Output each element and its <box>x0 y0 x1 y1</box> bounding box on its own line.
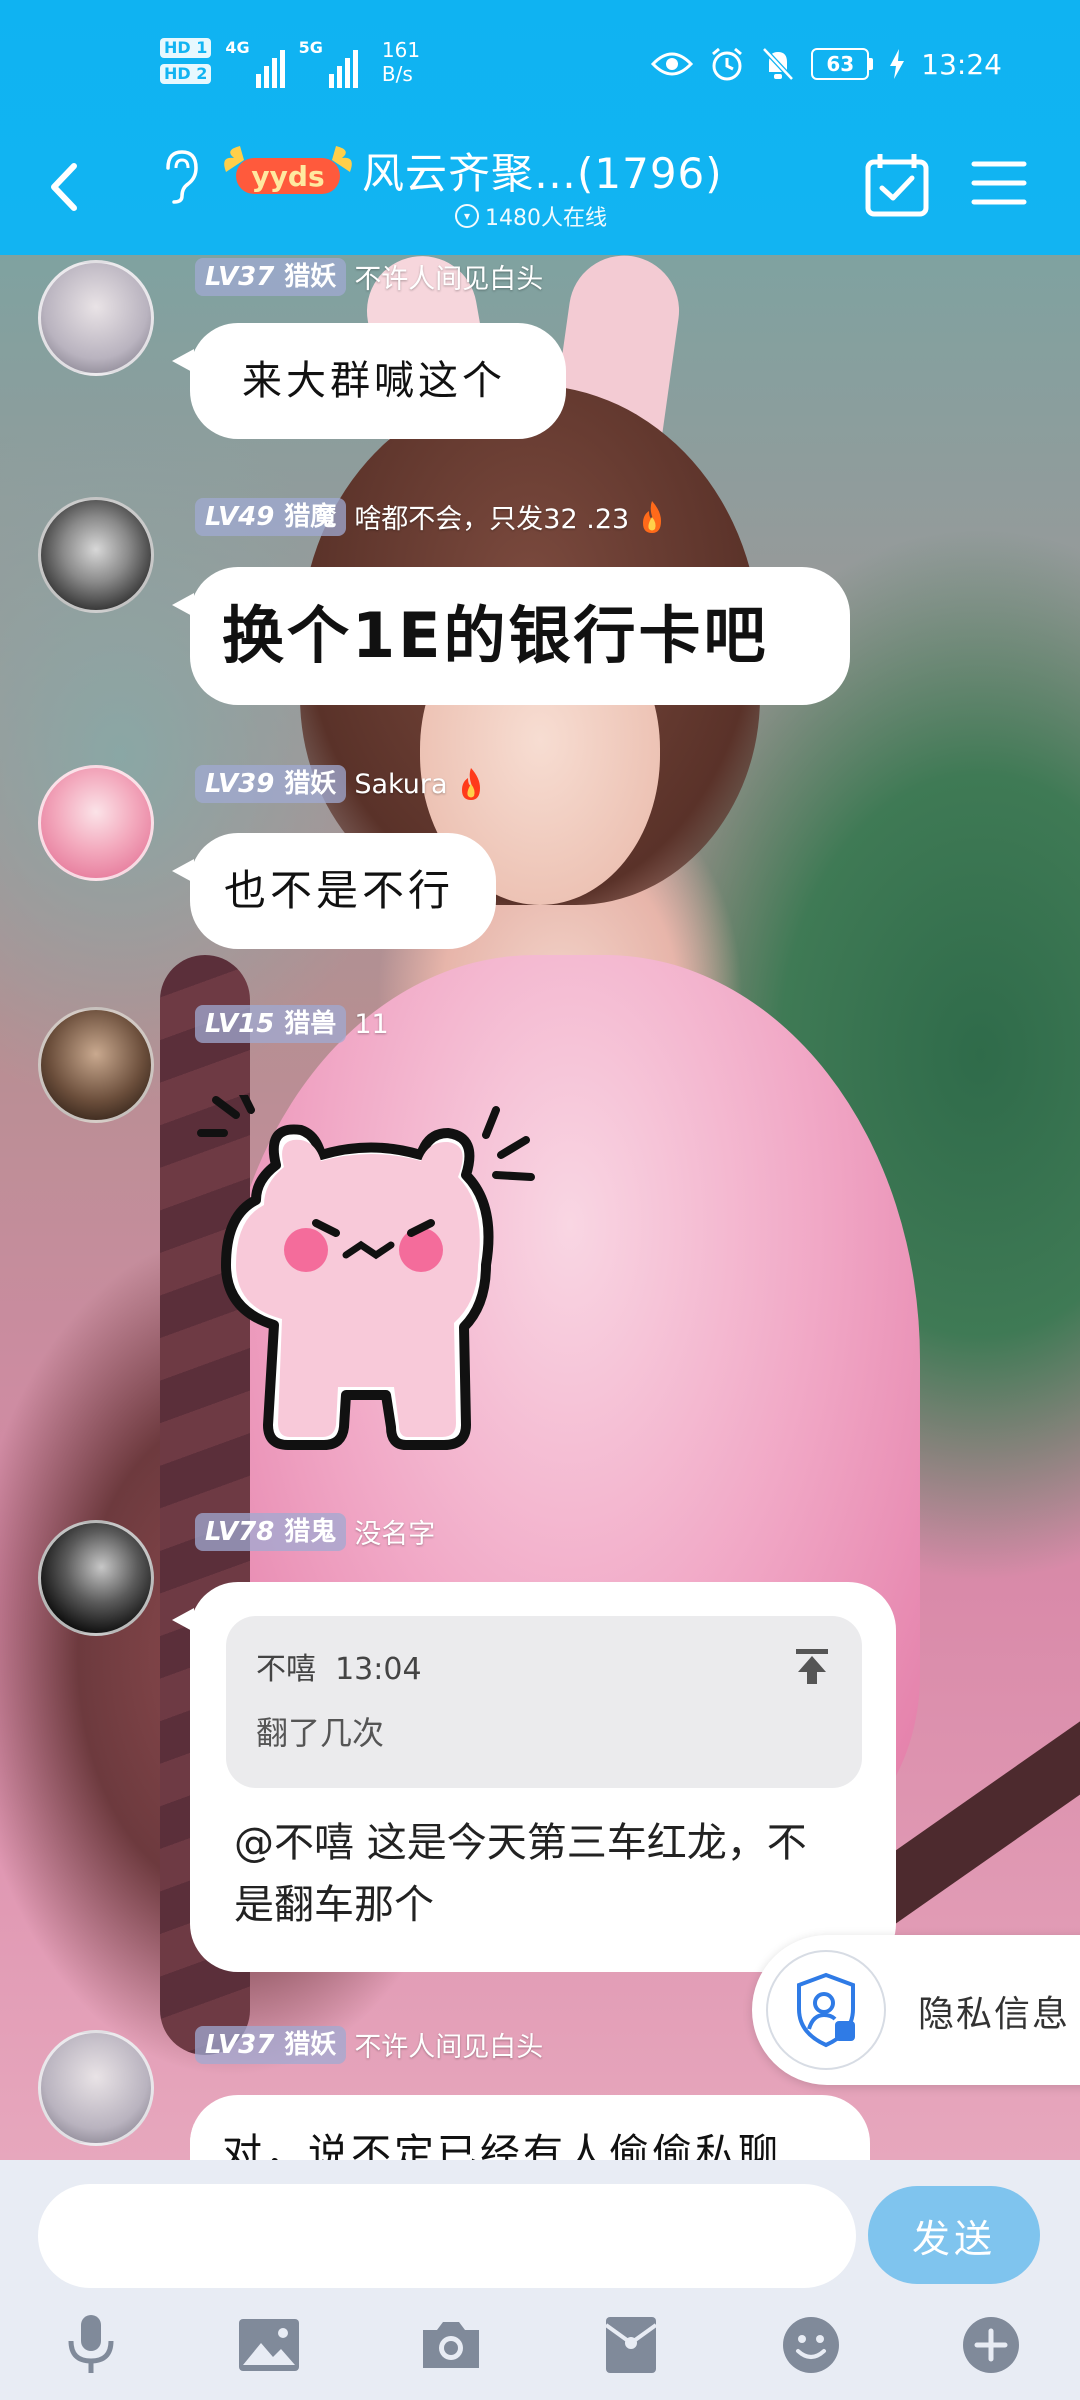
group-title[interactable]: 风云齐聚…(1796) <box>362 140 723 201</box>
level-badge: LV78 猎鬼 <box>195 1512 347 1551</box>
privacy-info-button[interactable]: 隐私信息 <box>752 1935 1080 2085</box>
chat-header: yyds 风云齐聚…(1796) ▾ 1480人在线 <box>0 130 1080 255</box>
image-button[interactable] <box>234 2310 304 2380</box>
level-badge: LV37 猎妖 <box>195 2025 347 2064</box>
fire-icon <box>461 768 480 800</box>
avatar[interactable] <box>38 497 154 613</box>
calendar-check-icon[interactable] <box>862 150 932 220</box>
reply-text: @不嘻 这是今天第三车红龙，不是翻车那个 <box>234 1820 807 1928</box>
camera-button[interactable] <box>416 2310 486 2380</box>
plus-icon <box>963 2317 1019 2373</box>
message-bubble[interactable]: 换个1E的银行卡吧 <box>172 567 850 705</box>
quote-author: 不嘻 <box>256 1652 316 1687</box>
avatar[interactable] <box>38 1520 154 1636</box>
fire-icon <box>643 500 662 533</box>
clock: 13:24 <box>921 47 1002 81</box>
quoted-message[interactable]: 不嘻 13:04 翻了几次 <box>226 1616 862 1788</box>
yyds-group-badge: yyds <box>224 146 352 194</box>
network-speed: 161 B/s <box>381 38 421 86</box>
microphone-icon <box>68 2315 114 2373</box>
charging-icon <box>890 49 905 79</box>
sender-name[interactable]: 不许人间见白头 <box>354 2025 543 2064</box>
top-bar: HD 1 HD 2 4G 5G 161 B/s 63 13:24 yyds 风云… <box>0 0 1080 255</box>
quote-time: 13:04 <box>335 1652 422 1687</box>
avatar[interactable] <box>38 260 154 376</box>
input-toolbar <box>0 2310 1080 2390</box>
hd2-indicator: HD 2 <box>160 64 212 84</box>
avatar[interactable] <box>38 1007 154 1123</box>
message-bubble[interactable]: 也不是不行 <box>172 833 496 949</box>
smiley-icon <box>783 2317 839 2373</box>
camera-icon <box>423 2322 479 2368</box>
alarm-icon <box>712 47 743 81</box>
svg-text:yyds: yyds <box>251 160 324 193</box>
emoji-button[interactable] <box>776 2310 846 2380</box>
more-button[interactable] <box>956 2310 1026 2380</box>
mute-bell-icon <box>762 47 795 81</box>
sender-name[interactable]: 没名字 <box>354 1512 435 1551</box>
red-envelope-button[interactable] <box>596 2310 666 2380</box>
chevron-down-icon: ▾ <box>455 204 479 228</box>
jump-to-top-icon[interactable] <box>792 1646 832 1686</box>
status-bar: HD 1 HD 2 4G 5G 161 B/s 63 13:24 <box>0 0 1080 130</box>
battery-indicator: 63 <box>811 48 874 80</box>
red-envelope-icon <box>604 2317 658 2373</box>
sender-name[interactable]: 啥都不会，只发32 .23 <box>354 497 629 536</box>
quote-text: 翻了几次 <box>256 1714 385 1752</box>
send-button[interactable]: 发送 <box>868 2186 1040 2284</box>
sender-name[interactable]: 11 <box>354 1009 388 1040</box>
message-bubble[interactable]: 来大群喊这个 <box>172 323 566 439</box>
reply-bubble[interactable]: 不嘻 13:04 翻了几次 @不嘻 这是今天第三车红龙，不是翻车那个 <box>172 1582 896 1972</box>
sender-name[interactable]: Sakura <box>354 769 447 800</box>
online-count[interactable]: ▾ 1480人在线 <box>455 200 607 232</box>
ear-icon[interactable] <box>158 146 202 206</box>
shield-user-icon <box>797 1972 855 2048</box>
message-input[interactable] <box>38 2184 856 2288</box>
eye-icon <box>651 52 694 76</box>
signal-2-icon: 5G <box>299 38 358 88</box>
picture-icon <box>239 2319 299 2371</box>
hd1-indicator: HD 1 <box>160 38 212 58</box>
input-bar: 发送 <box>0 2160 1080 2400</box>
level-badge: LV15 猎兽 <box>195 1005 347 1043</box>
angry-bear-sticker[interactable] <box>196 1095 546 1455</box>
menu-icon[interactable] <box>970 158 1028 208</box>
back-arrow-icon[interactable] <box>40 152 90 222</box>
sender-name[interactable]: 不许人间见白头 <box>354 257 543 296</box>
level-badge: LV37 猎妖 <box>195 257 347 296</box>
avatar[interactable] <box>38 2030 154 2146</box>
signal-1-icon: 4G <box>225 38 285 88</box>
avatar[interactable] <box>38 765 154 881</box>
level-badge: LV39 猎妖 <box>195 765 347 803</box>
voice-button[interactable] <box>56 2310 126 2380</box>
level-badge: LV49 猎魔 <box>195 497 347 536</box>
